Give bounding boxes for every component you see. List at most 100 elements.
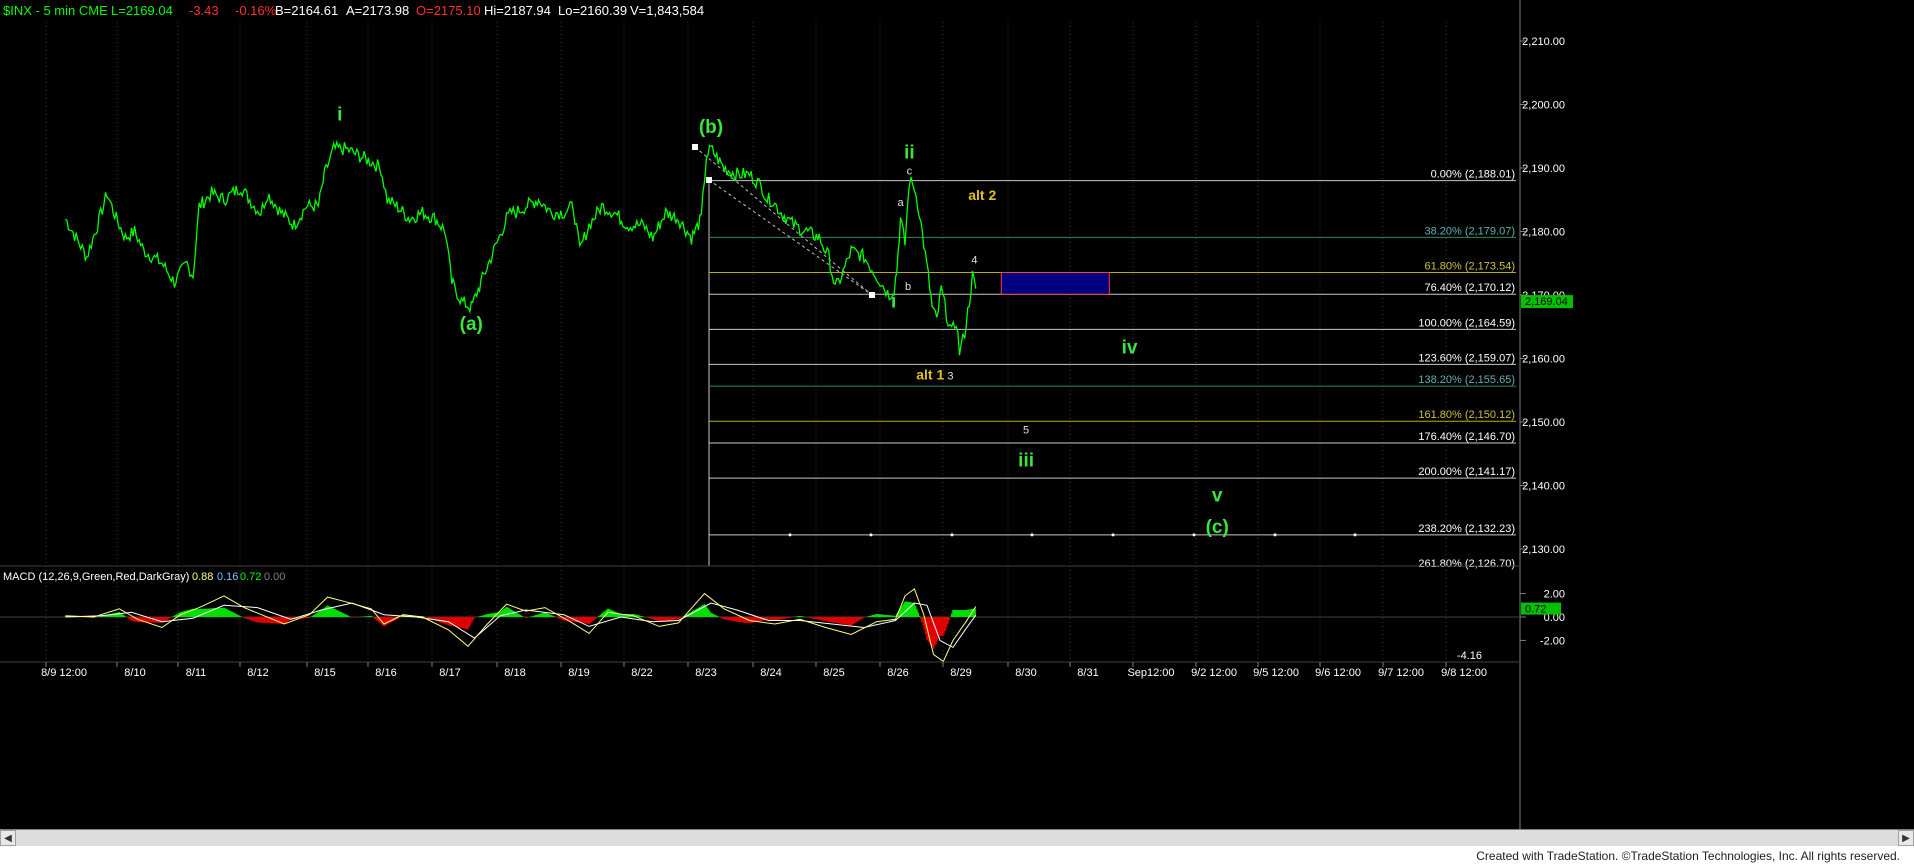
price-axis-label: 2,130.00 (1522, 544, 1565, 556)
fib-marker-dot (1111, 533, 1115, 537)
fib-level-label: 161.80% (2,150.12) (1418, 409, 1515, 421)
time-axis-label: 9/6 12:00 (1315, 667, 1361, 679)
macd-current-value: 0.72 (1525, 604, 1546, 616)
time-axis-label: 8/12 (247, 667, 268, 679)
macd-axis-label: 2.00 (1544, 589, 1565, 601)
time-axis-label: 8/17 (439, 667, 460, 679)
last-price-label: L=2169.04 (111, 3, 173, 18)
chart-background (0, 0, 1914, 829)
time-axis-label: 8/16 (375, 667, 396, 679)
wave-label: iii (1018, 450, 1034, 471)
target-box (1000, 272, 1110, 295)
price-axis-label: 2,150.00 (1522, 417, 1565, 429)
change-label: -3.43 (189, 3, 219, 18)
fib-level-label: 0.00% (2,188.01) (1431, 169, 1515, 181)
wave-label: a (897, 197, 904, 209)
wave-label: ii (904, 142, 915, 163)
fib-marker-dot (869, 533, 873, 537)
time-axis-label: 8/25 (823, 667, 844, 679)
fib-level-label: 176.40% (2,146.70) (1418, 431, 1515, 443)
fib-level-label: 238.20% (2,132.23) (1418, 523, 1515, 535)
price-axis-label: 2,190.00 (1522, 163, 1565, 175)
change-pct-label: -0.16% (235, 3, 277, 18)
time-axis-label: 8/22 (631, 667, 652, 679)
ask-label: A=2173.98 (346, 3, 409, 18)
fib-level-label: 76.40% (2,170.12) (1424, 282, 1515, 294)
wave-label: b (905, 281, 911, 293)
time-axis-label: 8/11 (186, 667, 207, 679)
price-chart[interactable]: $INX - 5 min CME L=2169.04 -3.43 -0.16% … (0, 0, 1914, 829)
fib-level-label: 38.20% (2,179.07) (1424, 225, 1515, 237)
price-axis-label: 2,140.00 (1522, 481, 1565, 493)
trend-anchor-marker (869, 292, 875, 298)
wave-label: (b) (699, 117, 723, 138)
macd-header: MACD (12,26,9,Green,Red,DarkGray) 0.88 0… (3, 571, 285, 583)
fib-level-label: 61.80% (2,173.54) (1424, 261, 1515, 273)
wave-label: c (907, 165, 913, 177)
wave-label: alt 2 (968, 187, 996, 203)
fib-marker-dot (1273, 533, 1277, 537)
macd-value-2: 0.16 (217, 571, 238, 583)
time-axis-label: 8/9 12:00 (41, 667, 87, 679)
credit-text: Created with TradeStation. ©TradeStation… (1476, 849, 1900, 863)
fib-level-label: 123.60% (2,159.07) (1418, 352, 1515, 364)
time-axis-label: 8/10 (124, 667, 145, 679)
fib-marker-dot (788, 533, 792, 537)
wave-label: 4 (971, 254, 977, 266)
fib-marker-dot (950, 533, 954, 537)
price-axis-label: 2,160.00 (1522, 354, 1565, 366)
time-axis-label: 8/31 (1077, 667, 1098, 679)
wave-label: i (891, 292, 896, 313)
fib-level-label: 261.80% (2,126.70) (1418, 558, 1515, 570)
scroll-left-icon[interactable]: ◀ (0, 830, 16, 846)
macd-axis-label: -2.00 (1540, 635, 1565, 647)
wave-label: iv (1122, 337, 1138, 358)
wave-label: v (1212, 485, 1223, 506)
high-label: Hi=2187.94 (484, 3, 551, 18)
time-axis-label: 8/15 (314, 667, 335, 679)
fib-level-label: 100.00% (2,164.59) (1418, 317, 1515, 329)
time-axis-label: 8/23 (695, 667, 716, 679)
wave-label: alt 1 (916, 366, 944, 382)
bid-label: B=2164.61 (275, 3, 338, 18)
symbol-header: $INX - 5 min CME L=2169.04 -3.43 -0.16% … (3, 3, 704, 18)
time-axis-label: Sep12:00 (1127, 667, 1174, 679)
time-axis-label: 8/19 (568, 667, 589, 679)
time-axis-label: 9/2 12:00 (1191, 667, 1237, 679)
macd-value-3: 0.72 (240, 571, 261, 583)
fib-marker-dot (1192, 533, 1196, 537)
macd-value-4: 0.00 (264, 571, 285, 583)
time-axis-label: 8/30 (1015, 667, 1036, 679)
fib-level-label: 138.20% (2,155.65) (1418, 374, 1515, 386)
fib-marker-dot (1353, 533, 1357, 537)
macd-value-1: 0.88 (192, 571, 213, 583)
price-axis-label: 2,200.00 (1522, 100, 1565, 112)
time-axis-label: 8/26 (887, 667, 908, 679)
macd-name: MACD (12,26,9,Green,Red,DarkGray) (3, 571, 189, 583)
time-axis-label: 8/24 (760, 667, 781, 679)
wave-label: (c) (1206, 517, 1229, 538)
wave-label: (a) (460, 314, 483, 335)
time-axis-label: 9/7 12:00 (1378, 667, 1424, 679)
trend-anchor-marker (692, 144, 698, 150)
low-label: Lo=2160.39 (558, 3, 627, 18)
time-axis-label: 8/29 (950, 667, 971, 679)
symbol-label: $INX - 5 min CME (3, 3, 108, 18)
volume-label: V=1,843,584 (630, 3, 704, 18)
horizontal-scrollbar[interactable]: ◀ ▶ (0, 829, 1914, 847)
fib-level-label: 200.00% (2,141.17) (1418, 466, 1515, 478)
time-axis-label: 9/8 12:00 (1441, 667, 1487, 679)
last-price-value: 2,169.04 (1525, 296, 1568, 308)
scroll-right-icon[interactable]: ▶ (1898, 830, 1914, 846)
macd-low-label: -4.16 (1457, 650, 1482, 662)
fib-marker-dot (1030, 533, 1034, 537)
last-price-marker: 2,169.04 (1521, 295, 1573, 309)
time-axis-label: 8/18 (504, 667, 525, 679)
open-label: O=2175.10 (416, 3, 481, 18)
time-axis-label: 9/5 12:00 (1253, 667, 1299, 679)
wave-label: 3 (947, 370, 953, 382)
trend-anchor-marker (706, 177, 712, 183)
wave-label: i (337, 104, 342, 125)
price-axis-label: 2,180.00 (1522, 227, 1565, 239)
wave-label: 5 (1023, 424, 1029, 436)
